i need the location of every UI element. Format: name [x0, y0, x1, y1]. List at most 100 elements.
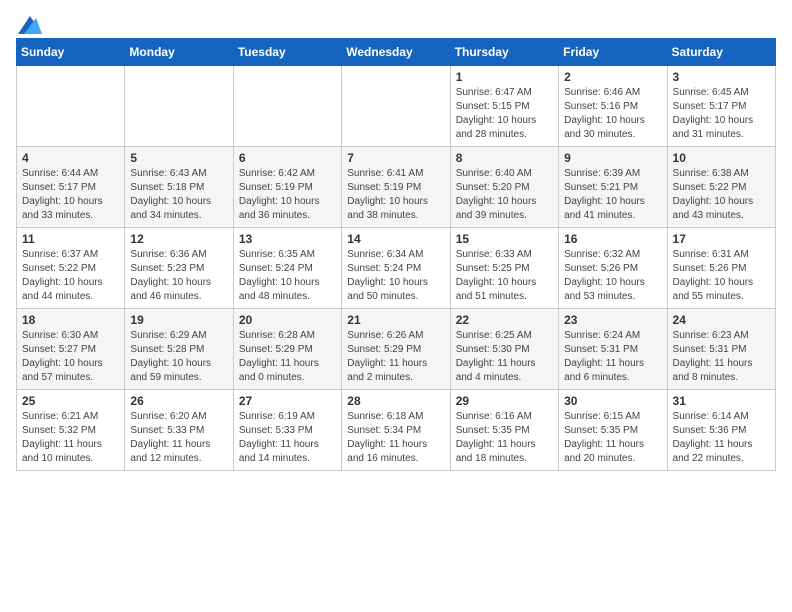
week-row-1: 1Sunrise: 6:47 AMSunset: 5:15 PMDaylight…: [17, 66, 776, 147]
day-number: 2: [564, 70, 661, 84]
day-number: 5: [130, 151, 227, 165]
day-info: Sunrise: 6:28 AMSunset: 5:29 PMDaylight:…: [239, 329, 336, 385]
day-info: Sunrise: 6:26 AMSunset: 5:29 PMDaylight:…: [347, 329, 444, 385]
day-info: Sunrise: 6:37 AMSunset: 5:22 PMDaylight:…: [22, 248, 119, 304]
day-info: Sunrise: 6:31 AMSunset: 5:26 PMDaylight:…: [673, 248, 770, 304]
day-cell: 22Sunrise: 6:25 AMSunset: 5:30 PMDayligh…: [450, 309, 558, 390]
day-info: Sunrise: 6:40 AMSunset: 5:20 PMDaylight:…: [456, 167, 553, 223]
day-info: Sunrise: 6:41 AMSunset: 5:19 PMDaylight:…: [347, 167, 444, 223]
weekday-header-sunday: Sunday: [17, 39, 125, 66]
day-info: Sunrise: 6:45 AMSunset: 5:17 PMDaylight:…: [673, 86, 770, 142]
day-cell: 4 Sunrise: 6:44 AMSunset: 5:17 PMDaylight…: [17, 147, 125, 228]
day-number: 19: [130, 313, 227, 327]
day-number: 9: [564, 151, 661, 165]
day-cell: 23 Sunrise: 6:24 AMSunset: 5:31 PMDayligh…: [559, 309, 667, 390]
day-cell: 12 Sunrise: 6:36 AMSunset: 5:23 PMDayligh…: [125, 228, 233, 309]
day-info: Sunrise: 6:32 AMSunset: 5:26 PMDaylight:…: [564, 248, 661, 304]
day-cell: [233, 66, 341, 147]
day-cell: 26Sunrise: 6:20 AMSunset: 5:33 PMDayligh…: [125, 390, 233, 471]
day-cell: 18 Sunrise: 6:30 AMSunset: 5:27 PMDayligh…: [17, 309, 125, 390]
day-cell: 9 Sunrise: 6:39 AMSunset: 5:21 PMDaylight…: [559, 147, 667, 228]
day-number: 11: [22, 232, 119, 246]
weekday-header-tuesday: Tuesday: [233, 39, 341, 66]
weekday-header-friday: Friday: [559, 39, 667, 66]
day-info: Sunrise: 6:21 AMSunset: 5:32 PMDaylight:…: [22, 410, 119, 466]
day-number: 28: [347, 394, 444, 408]
weekday-header-thursday: Thursday: [450, 39, 558, 66]
day-info: Sunrise: 6:46 AMSunset: 5:16 PMDaylight:…: [564, 86, 661, 142]
day-number: 27: [239, 394, 336, 408]
day-info: Sunrise: 6:29 AMSunset: 5:28 PMDaylight:…: [130, 329, 227, 385]
day-number: 22: [456, 313, 553, 327]
day-number: 29: [456, 394, 553, 408]
day-cell: 3 Sunrise: 6:45 AMSunset: 5:17 PMDaylight…: [667, 66, 775, 147]
day-info: Sunrise: 6:14 AMSunset: 5:36 PMDaylight:…: [673, 410, 770, 466]
day-cell: 16 Sunrise: 6:32 AMSunset: 5:26 PMDayligh…: [559, 228, 667, 309]
day-number: 20: [239, 313, 336, 327]
day-info: Sunrise: 6:16 AMSunset: 5:35 PMDaylight:…: [456, 410, 553, 466]
day-info: Sunrise: 6:23 AMSunset: 5:31 PMDaylight:…: [673, 329, 770, 385]
day-info: Sunrise: 6:38 AMSunset: 5:22 PMDaylight:…: [673, 167, 770, 223]
day-number: 18: [22, 313, 119, 327]
day-number: 6: [239, 151, 336, 165]
day-info: Sunrise: 6:47 AMSunset: 5:15 PMDaylight:…: [456, 86, 553, 142]
day-cell: 30 Sunrise: 6:15 AMSunset: 5:35 PMDayligh…: [559, 390, 667, 471]
day-info: Sunrise: 6:19 AMSunset: 5:33 PMDaylight:…: [239, 410, 336, 466]
day-number: 30: [564, 394, 661, 408]
day-number: 12: [130, 232, 227, 246]
day-number: 15: [456, 232, 553, 246]
day-number: 31: [673, 394, 770, 408]
weekday-header-row: SundayMondayTuesdayWednesdayThursdayFrid…: [17, 39, 776, 66]
day-cell: 31 Sunrise: 6:14 AMSunset: 5:36 PMDayligh…: [667, 390, 775, 471]
day-cell: 8 Sunrise: 6:40 AMSunset: 5:20 PMDaylight…: [450, 147, 558, 228]
day-info: Sunrise: 6:30 AMSunset: 5:27 PMDaylight:…: [22, 329, 119, 385]
day-info: Sunrise: 6:15 AMSunset: 5:35 PMDaylight:…: [564, 410, 661, 466]
calendar: SundayMondayTuesdayWednesdayThursdayFrid…: [16, 38, 776, 471]
day-info: Sunrise: 6:34 AMSunset: 5:24 PMDaylight:…: [347, 248, 444, 304]
day-number: 26: [130, 394, 227, 408]
day-info: Sunrise: 6:43 AMSunset: 5:18 PMDaylight:…: [130, 167, 227, 223]
day-info: Sunrise: 6:39 AMSunset: 5:21 PMDaylight:…: [564, 167, 661, 223]
day-number: 7: [347, 151, 444, 165]
day-cell: 13Sunrise: 6:35 AMSunset: 5:24 PMDayligh…: [233, 228, 341, 309]
day-info: Sunrise: 6:44 AMSunset: 5:17 PMDaylight:…: [22, 167, 119, 223]
day-number: 10: [673, 151, 770, 165]
day-cell: 29 Sunrise: 6:16 AMSunset: 5:35 PMDayligh…: [450, 390, 558, 471]
day-cell: [125, 66, 233, 147]
day-cell: 28 Sunrise: 6:18 AMSunset: 5:34 PMDayligh…: [342, 390, 450, 471]
day-cell: 10 Sunrise: 6:38 AMSunset: 5:22 PMDayligh…: [667, 147, 775, 228]
day-number: 23: [564, 313, 661, 327]
day-number: 3: [673, 70, 770, 84]
day-cell: 2 Sunrise: 6:46 AMSunset: 5:16 PMDaylight…: [559, 66, 667, 147]
weekday-header-wednesday: Wednesday: [342, 39, 450, 66]
day-cell: 14Sunrise: 6:34 AMSunset: 5:24 PMDayligh…: [342, 228, 450, 309]
day-number: 21: [347, 313, 444, 327]
day-info: Sunrise: 6:18 AMSunset: 5:34 PMDaylight:…: [347, 410, 444, 466]
day-number: 25: [22, 394, 119, 408]
day-cell: 6 Sunrise: 6:42 AMSunset: 5:19 PMDaylight…: [233, 147, 341, 228]
day-number: 17: [673, 232, 770, 246]
day-number: 4: [22, 151, 119, 165]
day-info: Sunrise: 6:42 AMSunset: 5:19 PMDaylight:…: [239, 167, 336, 223]
day-cell: 11 Sunrise: 6:37 AMSunset: 5:22 PMDayligh…: [17, 228, 125, 309]
day-number: 16: [564, 232, 661, 246]
day-cell: 1Sunrise: 6:47 AMSunset: 5:15 PMDaylight…: [450, 66, 558, 147]
week-row-2: 4 Sunrise: 6:44 AMSunset: 5:17 PMDaylight…: [17, 147, 776, 228]
day-cell: 20 Sunrise: 6:28 AMSunset: 5:29 PMDayligh…: [233, 309, 341, 390]
week-row-3: 11 Sunrise: 6:37 AMSunset: 5:22 PMDayligh…: [17, 228, 776, 309]
weekday-header-saturday: Saturday: [667, 39, 775, 66]
day-cell: [17, 66, 125, 147]
weekday-header-monday: Monday: [125, 39, 233, 66]
day-info: Sunrise: 6:24 AMSunset: 5:31 PMDaylight:…: [564, 329, 661, 385]
day-number: 24: [673, 313, 770, 327]
day-info: Sunrise: 6:35 AMSunset: 5:24 PMDaylight:…: [239, 248, 336, 304]
day-info: Sunrise: 6:36 AMSunset: 5:23 PMDaylight:…: [130, 248, 227, 304]
day-cell: 19 Sunrise: 6:29 AMSunset: 5:28 PMDayligh…: [125, 309, 233, 390]
week-row-4: 18 Sunrise: 6:30 AMSunset: 5:27 PMDayligh…: [17, 309, 776, 390]
day-number: 8: [456, 151, 553, 165]
day-cell: [342, 66, 450, 147]
logo: [16, 16, 42, 30]
day-cell: 15Sunrise: 6:33 AMSunset: 5:25 PMDayligh…: [450, 228, 558, 309]
day-cell: 5 Sunrise: 6:43 AMSunset: 5:18 PMDaylight…: [125, 147, 233, 228]
day-cell: 17 Sunrise: 6:31 AMSunset: 5:26 PMDayligh…: [667, 228, 775, 309]
